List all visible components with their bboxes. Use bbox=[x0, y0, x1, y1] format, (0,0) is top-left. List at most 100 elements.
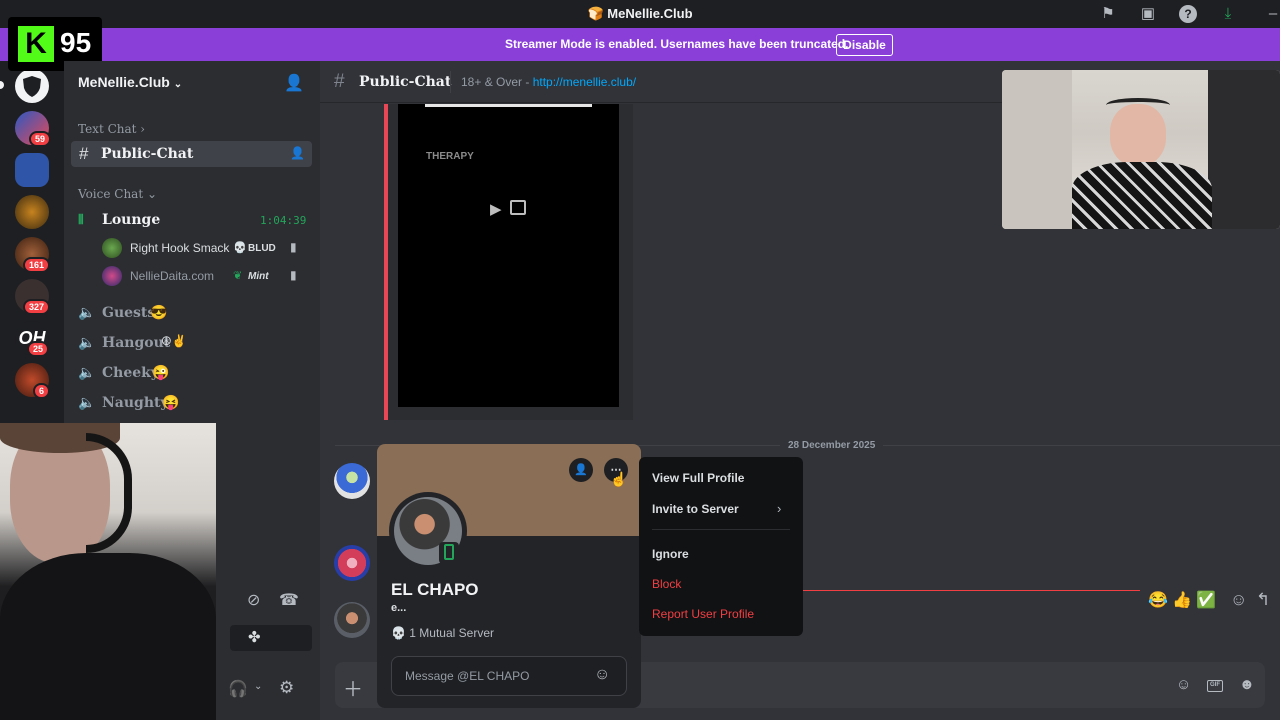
headset-icon bbox=[1106, 98, 1170, 112]
streamer-face bbox=[1110, 104, 1166, 166]
speaker-icon: 🔈 bbox=[78, 304, 96, 320]
channel-label: Public-Chat bbox=[101, 146, 194, 162]
server-name-header[interactable]: MeNellie.Club ⌄ bbox=[78, 74, 182, 90]
menu-report-user-profile[interactable]: Report User Profile bbox=[652, 607, 754, 621]
server-icon[interactable]: 161 bbox=[15, 237, 51, 273]
server-icon[interactable]: OH 25 bbox=[15, 321, 50, 357]
emoji-icon[interactable]: ☺ bbox=[594, 666, 610, 684]
kick-viewer-count: 95 bbox=[60, 27, 92, 58]
message-avatar[interactable] bbox=[334, 602, 370, 638]
category-voice-chat[interactable]: Voice Chat ⌄ bbox=[78, 187, 157, 201]
menu-separator bbox=[652, 529, 790, 530]
mention-badge: 6 bbox=[33, 383, 51, 399]
add-friend-button[interactable]: 👤 bbox=[569, 458, 593, 482]
message-avatar[interactable] bbox=[334, 463, 370, 499]
voice-user[interactable]: NellieDaita.com ❦ Mint ▮ bbox=[102, 266, 310, 288]
gif-icon[interactable]: GIF bbox=[1207, 680, 1223, 692]
embed-accent-bar bbox=[384, 104, 388, 420]
profile-display-name: EL CHAPO bbox=[391, 580, 479, 599]
channel-emoji: 😜 bbox=[152, 364, 170, 380]
mention-badge: 161 bbox=[23, 257, 51, 273]
profile-context-menu: View Full Profile Invite to Server › Ign… bbox=[639, 457, 803, 636]
mention-badge: 59 bbox=[29, 131, 52, 147]
channel-emoji: 😝 bbox=[162, 394, 180, 410]
mutual-servers[interactable]: 💀 1 Mutual Server bbox=[391, 626, 494, 640]
webcam-overlay-right bbox=[1002, 70, 1280, 229]
settings-gear-icon[interactable]: ⚙ bbox=[279, 678, 294, 698]
invite-icon[interactable]: 👤 bbox=[290, 146, 305, 160]
window-title: 🍞 MeNellie.Club bbox=[587, 6, 693, 21]
plus-icon[interactable]: ＋ bbox=[343, 673, 363, 702]
voice-channel-cheeky[interactable]: 🔈 Cheeky 😜 bbox=[78, 364, 310, 384]
server-shield[interactable] bbox=[15, 69, 49, 103]
voice-channel-hangout[interactable]: 🔈 Hangout ☮✌ bbox=[78, 334, 310, 354]
channel-label: Lounge bbox=[102, 212, 161, 228]
add-reaction-icon[interactable]: ☺ bbox=[1230, 590, 1247, 610]
server-pill bbox=[0, 81, 4, 89]
kitchen-wall bbox=[1002, 70, 1072, 229]
open-external-icon[interactable] bbox=[510, 200, 526, 215]
title-bar: 🍞 MeNellie.Club ⚑ ▣ ? ⤓ – bbox=[0, 0, 1280, 28]
server-icon[interactable] bbox=[15, 153, 49, 187]
topic-link[interactable]: http://menellie.club/ bbox=[533, 75, 636, 89]
headset-icon bbox=[86, 433, 132, 553]
disable-streamer-mode-button[interactable]: Disable bbox=[836, 34, 893, 56]
chevron-down-icon: ⌄ bbox=[146, 187, 158, 201]
add-friend-icon[interactable]: 👤 bbox=[284, 73, 304, 93]
avatar bbox=[102, 238, 122, 258]
divider bbox=[450, 71, 451, 93]
avatar bbox=[102, 266, 122, 286]
headphones-icon[interactable]: 🎧 bbox=[228, 679, 248, 699]
server-icon[interactable]: 59 bbox=[15, 111, 52, 147]
server-icon[interactable]: 6 bbox=[15, 363, 51, 399]
sticker-icon[interactable]: ☻ bbox=[1239, 676, 1255, 693]
disconnect-icon[interactable]: ☎ bbox=[279, 590, 299, 610]
minimize-icon[interactable]: – bbox=[1264, 5, 1280, 23]
server-icon[interactable]: 327 bbox=[15, 279, 51, 315]
server-emoji-icon: 🍞 bbox=[587, 6, 604, 21]
message-avatar[interactable] bbox=[334, 545, 370, 581]
speaker-icon: 🔈 bbox=[78, 394, 96, 410]
download-icon[interactable]: ⤓ bbox=[1219, 5, 1237, 23]
voice-channel-guests[interactable]: 🔈 Guests 😎 bbox=[78, 304, 310, 324]
channel-emoji: 😎 bbox=[150, 304, 168, 320]
profile-username: e... bbox=[391, 602, 407, 614]
channel-title: Public-Chat bbox=[359, 74, 452, 90]
hashtag-icon: # bbox=[334, 71, 345, 92]
embed-label: THERAPY bbox=[426, 151, 474, 162]
play-icon[interactable]: ▶ bbox=[490, 200, 502, 218]
banner-text: Streamer Mode is enabled. Usernames have… bbox=[505, 37, 849, 51]
menu-ignore[interactable]: Ignore bbox=[652, 547, 689, 561]
video-player[interactable]: THERAPY ▶ bbox=[398, 104, 619, 407]
voice-active-icon: ⦀ bbox=[78, 212, 84, 227]
menu-view-full-profile[interactable]: View Full Profile bbox=[652, 471, 744, 485]
inbox-icon[interactable]: ▣ bbox=[1139, 5, 1157, 23]
role-tag: BLUD bbox=[248, 243, 276, 254]
profile-message-input[interactable]: Message @EL CHAPO ☺ bbox=[391, 656, 627, 696]
flag-icon[interactable]: ⚑ bbox=[1099, 5, 1117, 23]
speaker-icon: 🔈 bbox=[78, 364, 96, 380]
voice-channel-lounge[interactable]: ⦀ Lounge 1:04:39 bbox=[78, 211, 310, 231]
activities-button[interactable]: ✤ bbox=[230, 625, 312, 651]
fridge bbox=[1208, 70, 1280, 229]
emoji-picker-icon[interactable]: ☺ bbox=[1176, 676, 1191, 693]
reaction-check[interactable]: ✅ bbox=[1196, 590, 1216, 610]
help-icon[interactable]: ? bbox=[1179, 5, 1197, 23]
channel-public-chat[interactable]: # Public-Chat 👤 bbox=[71, 141, 312, 167]
voice-user[interactable]: Right Hook Smack 💀 BLUD ▮ bbox=[102, 238, 310, 260]
server-icon[interactable] bbox=[15, 195, 49, 229]
skull-icon: 💀 bbox=[233, 242, 247, 254]
reaction-thumbs-up[interactable]: 👍 bbox=[1172, 590, 1192, 610]
menu-block[interactable]: Block bbox=[652, 577, 681, 591]
stop-video-icon[interactable]: ⊘ bbox=[247, 590, 260, 610]
camera-icon: ▮ bbox=[290, 240, 297, 254]
category-text-chat[interactable]: Text Chat › bbox=[78, 122, 145, 136]
mobile-status-icon bbox=[439, 542, 459, 564]
reply-icon[interactable]: ↰ bbox=[1256, 590, 1270, 610]
voice-channel-naughty[interactable]: 🔈 Naughty 😝 bbox=[78, 394, 310, 414]
activities-icon: ✤ bbox=[248, 629, 261, 646]
voice-timer: 1:04:39 bbox=[260, 214, 307, 227]
menu-invite-to-server[interactable]: Invite to Server bbox=[652, 502, 739, 516]
reaction-laugh[interactable]: 😂 bbox=[1148, 590, 1168, 610]
chevron-down-icon[interactable]: ⌄ bbox=[254, 681, 262, 692]
